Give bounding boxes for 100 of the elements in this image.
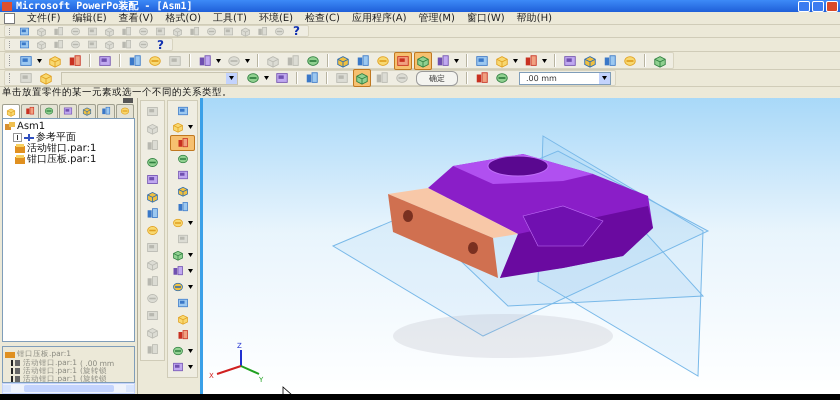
- tool-icon: [172, 281, 184, 293]
- tool-icon: [306, 54, 320, 68]
- tool-icon: [19, 26, 30, 36]
- toolbar-button[interactable]: [394, 52, 412, 70]
- tool-icon: [257, 26, 268, 36]
- tool-icon: [436, 54, 450, 68]
- menu-item[interactable]: 管理(M): [418, 11, 455, 25]
- tool-icon: [104, 26, 115, 36]
- tool-icon: [653, 54, 667, 68]
- pathfinder-tab[interactable]: [116, 104, 134, 118]
- tool-icon: [176, 105, 188, 117]
- dropdown-button[interactable]: [186, 269, 195, 273]
- menu-item[interactable]: 应用程序(A): [352, 11, 407, 25]
- dropdown-button[interactable]: [540, 58, 549, 62]
- tool-icon: [146, 326, 159, 339]
- tool-icon: [274, 26, 285, 36]
- tool-icon: [70, 26, 81, 36]
- caret-icon: [264, 76, 269, 80]
- caret-icon: [245, 58, 250, 62]
- tool-icon: [48, 54, 62, 68]
- caret-icon: [188, 125, 193, 129]
- menu-item[interactable]: 查看(V): [118, 11, 154, 25]
- dropdown-button[interactable]: [214, 58, 223, 62]
- tool-icon: [176, 169, 188, 181]
- tree-item[interactable]: Asm1: [17, 120, 46, 132]
- dropdown-button[interactable]: [186, 221, 195, 225]
- help-button[interactable]: ?: [153, 36, 168, 52]
- toolbar-button[interactable]: [170, 135, 195, 151]
- help-button[interactable]: ?: [289, 23, 304, 39]
- ok-button[interactable]: 确定: [416, 70, 458, 86]
- tool-icon: [176, 201, 188, 213]
- tree-item[interactable]: 参考平面: [36, 130, 76, 144]
- caret-icon: [188, 221, 193, 225]
- tool-icon: [176, 329, 188, 341]
- dropdown-button[interactable]: [186, 125, 195, 129]
- tool-icon: [44, 106, 54, 116]
- tool-icon: [155, 26, 166, 36]
- tool-icon: [6, 106, 16, 117]
- restore-button[interactable]: [812, 0, 824, 12]
- tool-icon: [146, 275, 159, 288]
- menu-item[interactable]: 帮助(H): [516, 11, 552, 25]
- dropdown-button[interactable]: [452, 58, 461, 62]
- tool-icon: [475, 54, 489, 68]
- menu-item[interactable]: 编辑(E): [72, 11, 107, 25]
- combo-field[interactable]: [61, 72, 238, 84]
- tool-icon: [198, 54, 212, 68]
- tool-icon: [189, 26, 200, 36]
- tool-icon: [120, 106, 130, 116]
- menu-item[interactable]: 格式(O): [165, 11, 202, 25]
- dimension-dropdown[interactable]: .00 mm: [519, 72, 611, 84]
- tool-icon: [176, 153, 188, 165]
- menu-item[interactable]: 文件(F): [27, 11, 61, 25]
- dropdown-button[interactable]: [262, 76, 271, 80]
- dropdown-button[interactable]: [186, 349, 195, 353]
- dropdown-button[interactable]: [243, 58, 252, 62]
- caret-icon: [602, 76, 607, 80]
- tool-icon: [168, 54, 182, 68]
- dropdown-button[interactable]: [35, 58, 44, 62]
- caret-icon: [188, 365, 193, 369]
- tool-icon: [146, 292, 159, 305]
- tool-icon: [172, 121, 184, 133]
- expand-toggle[interactable]: [13, 132, 22, 142]
- tool-icon: [87, 39, 98, 50]
- toolbar-button[interactable]: [353, 69, 371, 87]
- relationship-icon: [11, 376, 20, 382]
- caret-icon: [229, 76, 234, 80]
- tool-icon: [19, 54, 33, 68]
- tool-icon: [603, 54, 617, 68]
- tool-icon: [623, 54, 637, 68]
- tool-icon: [87, 26, 98, 36]
- minimize-button[interactable]: [798, 0, 810, 12]
- pathfinder-tab[interactable]: [97, 104, 115, 118]
- toolbar-button[interactable]: [414, 52, 432, 70]
- tree-item[interactable]: 钳口压板.par:1: [27, 152, 96, 166]
- menu-item[interactable]: 环境(E): [258, 11, 294, 25]
- dropdown-button[interactable]: [511, 58, 520, 62]
- tool-icon: [25, 106, 35, 116]
- menu-item[interactable]: 检查(C): [305, 11, 340, 25]
- horizontal-scrollbar[interactable]: [2, 383, 135, 394]
- pathfinder-tab[interactable]: [40, 104, 58, 118]
- caret-icon: [188, 285, 193, 289]
- pathfinder-tab[interactable]: [59, 104, 77, 118]
- caret-icon: [513, 58, 518, 62]
- tool-icon: [495, 54, 509, 68]
- dropdown-button[interactable]: [186, 253, 195, 257]
- menu-item[interactable]: 窗口(W): [466, 11, 505, 25]
- tool-icon: [121, 26, 132, 36]
- tool-icon: [68, 54, 82, 68]
- pathfinder-tab[interactable]: [78, 104, 96, 118]
- part-icon: [15, 154, 25, 164]
- tool-icon: [416, 54, 430, 68]
- dropdown-button[interactable]: [186, 365, 195, 369]
- tool-icon: [53, 26, 64, 36]
- caret-icon: [188, 269, 193, 273]
- close-button[interactable]: [826, 0, 838, 12]
- dropdown-button[interactable]: [186, 285, 195, 289]
- pathfinder-tab[interactable]: [2, 104, 20, 119]
- menu-item[interactable]: 工具(T): [213, 11, 247, 25]
- pathfinder-tab[interactable]: [21, 104, 39, 118]
- tool-icon: [176, 137, 188, 149]
